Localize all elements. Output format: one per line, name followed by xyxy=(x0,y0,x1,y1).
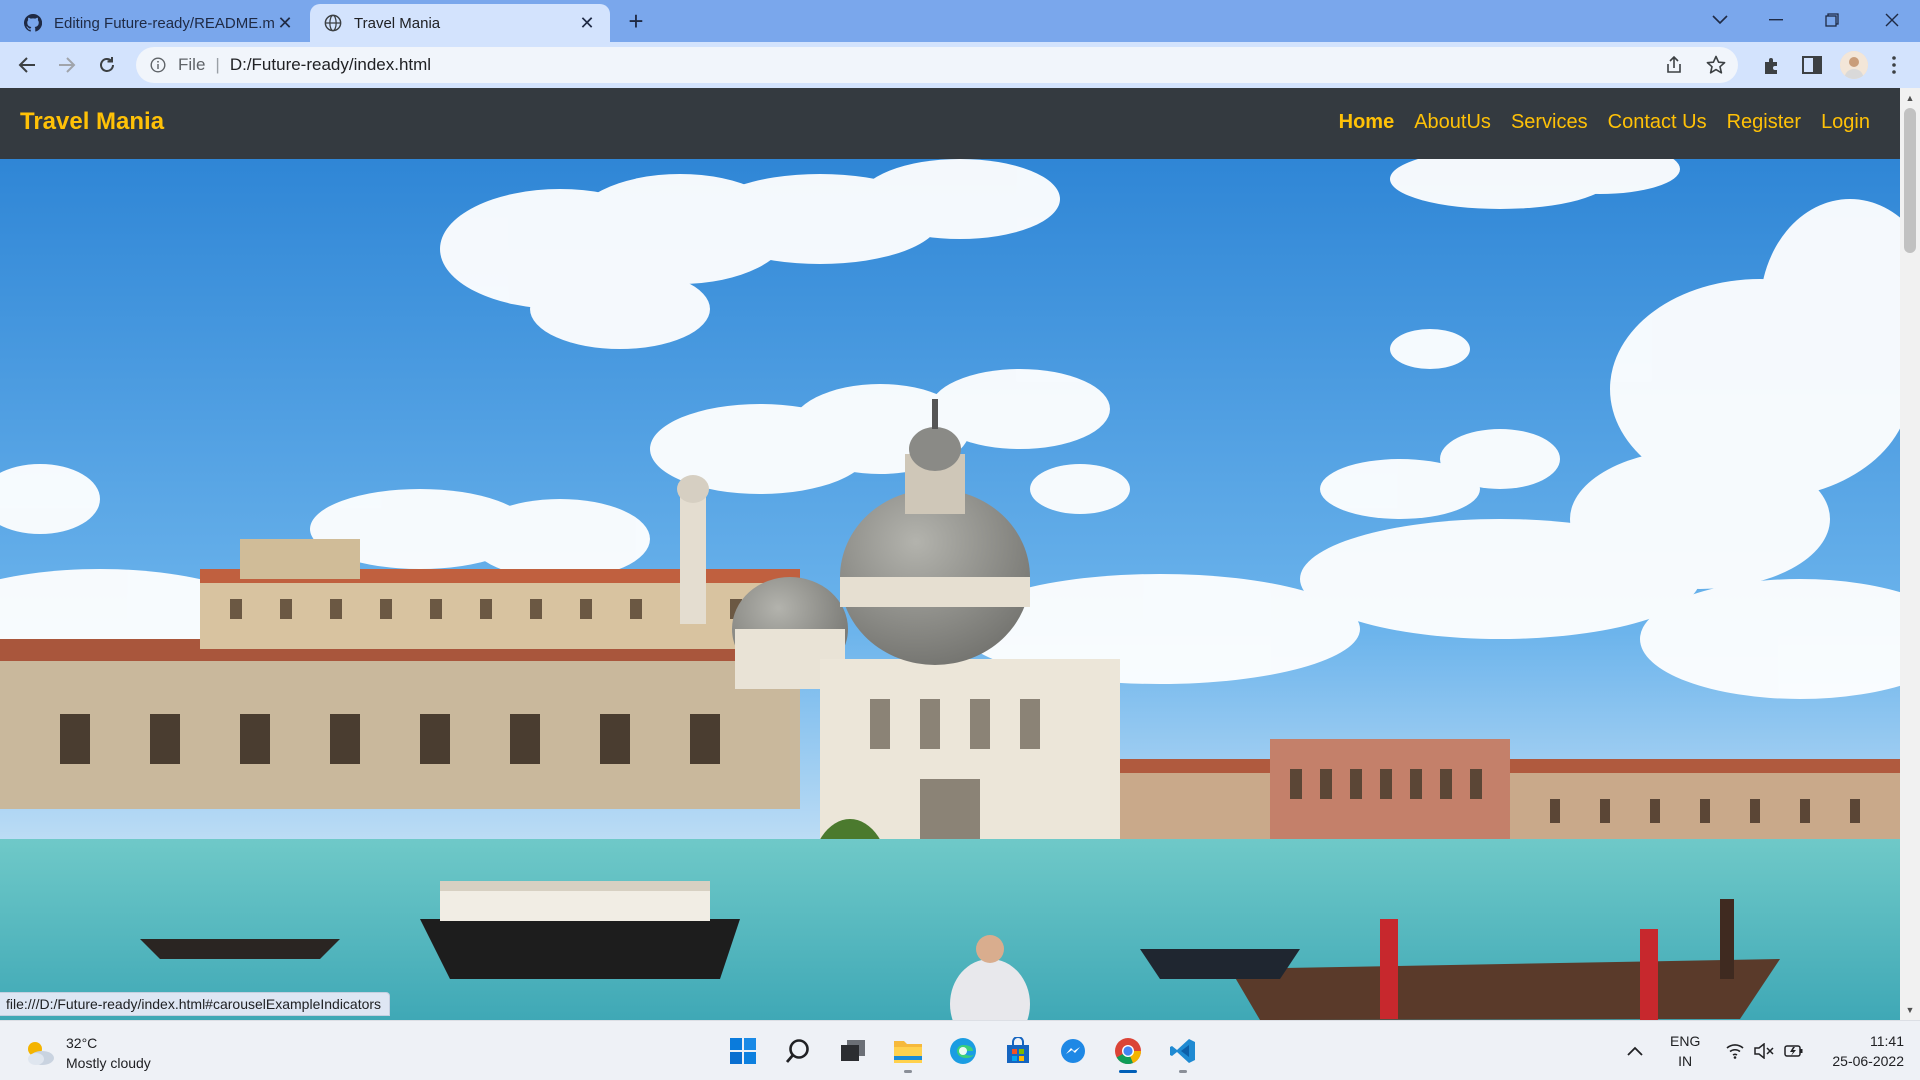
nav-services[interactable]: Services xyxy=(1511,111,1588,134)
tab-title: Travel Mania xyxy=(354,14,441,32)
browser-toolbar: File | D:/Future-ready/index.html xyxy=(0,42,1920,88)
chrome-icon[interactable] xyxy=(1107,1030,1149,1073)
new-tab-button[interactable]: + xyxy=(622,8,650,35)
menu-kebab-icon[interactable] xyxy=(1882,53,1906,77)
page-viewport: Travel Mania Home AboutUs Services Conta… xyxy=(0,88,1920,1020)
clock-date: 25-06-2022 xyxy=(1832,1053,1904,1069)
url-scheme: File xyxy=(178,55,206,74)
nav-about[interactable]: AboutUs xyxy=(1414,111,1491,134)
system-clock[interactable]: 11:41 25-06-2022 xyxy=(1820,1031,1904,1071)
nav-home[interactable]: Home xyxy=(1339,111,1395,134)
minimize-icon[interactable] xyxy=(1748,0,1804,40)
tab-travel-mania[interactable]: Travel Mania ✕ xyxy=(310,4,610,42)
weather-widget[interactable]: 32°C Mostly cloudy xyxy=(22,1033,151,1073)
weather-temp: 32°C xyxy=(66,1035,98,1051)
forward-icon[interactable] xyxy=(52,50,82,80)
task-view-icon[interactable] xyxy=(832,1030,874,1072)
file-explorer-icon[interactable] xyxy=(887,1030,929,1073)
browser-tab-strip: Editing Future-ready/README.m ✕ Travel M… xyxy=(0,0,1920,42)
edge-icon[interactable] xyxy=(942,1030,984,1072)
close-window-icon[interactable] xyxy=(1864,0,1920,40)
site-brand[interactable]: Travel Mania xyxy=(20,108,164,136)
address-bar[interactable]: File | D:/Future-ready/index.html xyxy=(136,47,1738,83)
info-icon[interactable] xyxy=(150,57,166,73)
tab-title: Editing Future-ready/README.m xyxy=(54,14,275,32)
taskbar-apps xyxy=(722,1030,1204,1073)
store-icon[interactable] xyxy=(997,1030,1039,1072)
volume-muted-icon[interactable] xyxy=(1754,1043,1774,1059)
venice-scene-illustration xyxy=(0,159,1900,1020)
scroll-up-icon[interactable]: ▲ xyxy=(1904,92,1916,104)
nav-login[interactable]: Login xyxy=(1821,111,1870,134)
windows-start-icon[interactable] xyxy=(722,1030,764,1072)
region-code: IN xyxy=(1678,1053,1693,1069)
battery-icon[interactable] xyxy=(1784,1043,1804,1059)
running-indicator xyxy=(904,1070,912,1073)
profile-avatar[interactable] xyxy=(1840,51,1868,79)
restore-icon[interactable] xyxy=(1804,0,1860,40)
close-tab-icon[interactable]: ✕ xyxy=(276,13,294,33)
nav-links: Home AboutUs Services Contact Us Registe… xyxy=(1319,111,1870,134)
hero-carousel-image[interactable] xyxy=(0,159,1900,1020)
back-icon[interactable] xyxy=(12,50,42,80)
page-scrollbar[interactable]: ▲ ▼ xyxy=(1900,88,1920,1020)
chevron-up-icon[interactable] xyxy=(1626,1045,1644,1057)
github-icon xyxy=(24,14,42,32)
share-icon[interactable] xyxy=(1664,55,1684,75)
search-icon[interactable] xyxy=(777,1030,819,1072)
vscode-icon[interactable] xyxy=(1162,1030,1204,1073)
scroll-down-icon[interactable]: ▼ xyxy=(1904,1004,1916,1016)
weather-condition: Mostly cloudy xyxy=(66,1055,151,1071)
nav-contact[interactable]: Contact Us xyxy=(1608,111,1707,134)
side-panel-icon[interactable] xyxy=(1800,53,1824,77)
link-status-bubble: file:///D:/Future-ready/index.html#carou… xyxy=(0,992,391,1016)
scroll-thumb[interactable] xyxy=(1904,108,1916,253)
nav-register[interactable]: Register xyxy=(1727,111,1801,134)
language-code: ENG xyxy=(1670,1033,1701,1049)
windows-taskbar: 32°C Mostly cloudy ENG IN 11:41 25-06-20… xyxy=(0,1020,1920,1080)
globe-icon xyxy=(324,14,342,32)
tab-readme[interactable]: Editing Future-ready/README.m ✕ xyxy=(10,4,308,42)
reload-icon[interactable] xyxy=(92,50,122,80)
active-indicator xyxy=(1119,1070,1137,1073)
messenger-icon[interactable] xyxy=(1052,1030,1094,1072)
close-tab-icon[interactable]: ✕ xyxy=(578,13,596,33)
system-tray: ENG IN xyxy=(1626,1029,1804,1073)
url-separator: | xyxy=(215,55,220,74)
language-indicator[interactable]: ENG IN xyxy=(1670,1031,1700,1071)
clock-time: 11:41 xyxy=(1870,1033,1904,1049)
tab-search-icon[interactable] xyxy=(1692,0,1748,40)
partly-cloudy-icon xyxy=(28,1042,54,1065)
url-text: D:/Future-ready/index.html xyxy=(229,55,432,74)
bookmark-star-icon[interactable] xyxy=(1706,55,1726,75)
site-navbar: Travel Mania Home AboutUs Services Conta… xyxy=(0,88,1900,159)
wifi-icon[interactable] xyxy=(1726,1043,1744,1059)
extensions-icon[interactable] xyxy=(1760,53,1784,77)
running-indicator xyxy=(1179,1070,1187,1073)
